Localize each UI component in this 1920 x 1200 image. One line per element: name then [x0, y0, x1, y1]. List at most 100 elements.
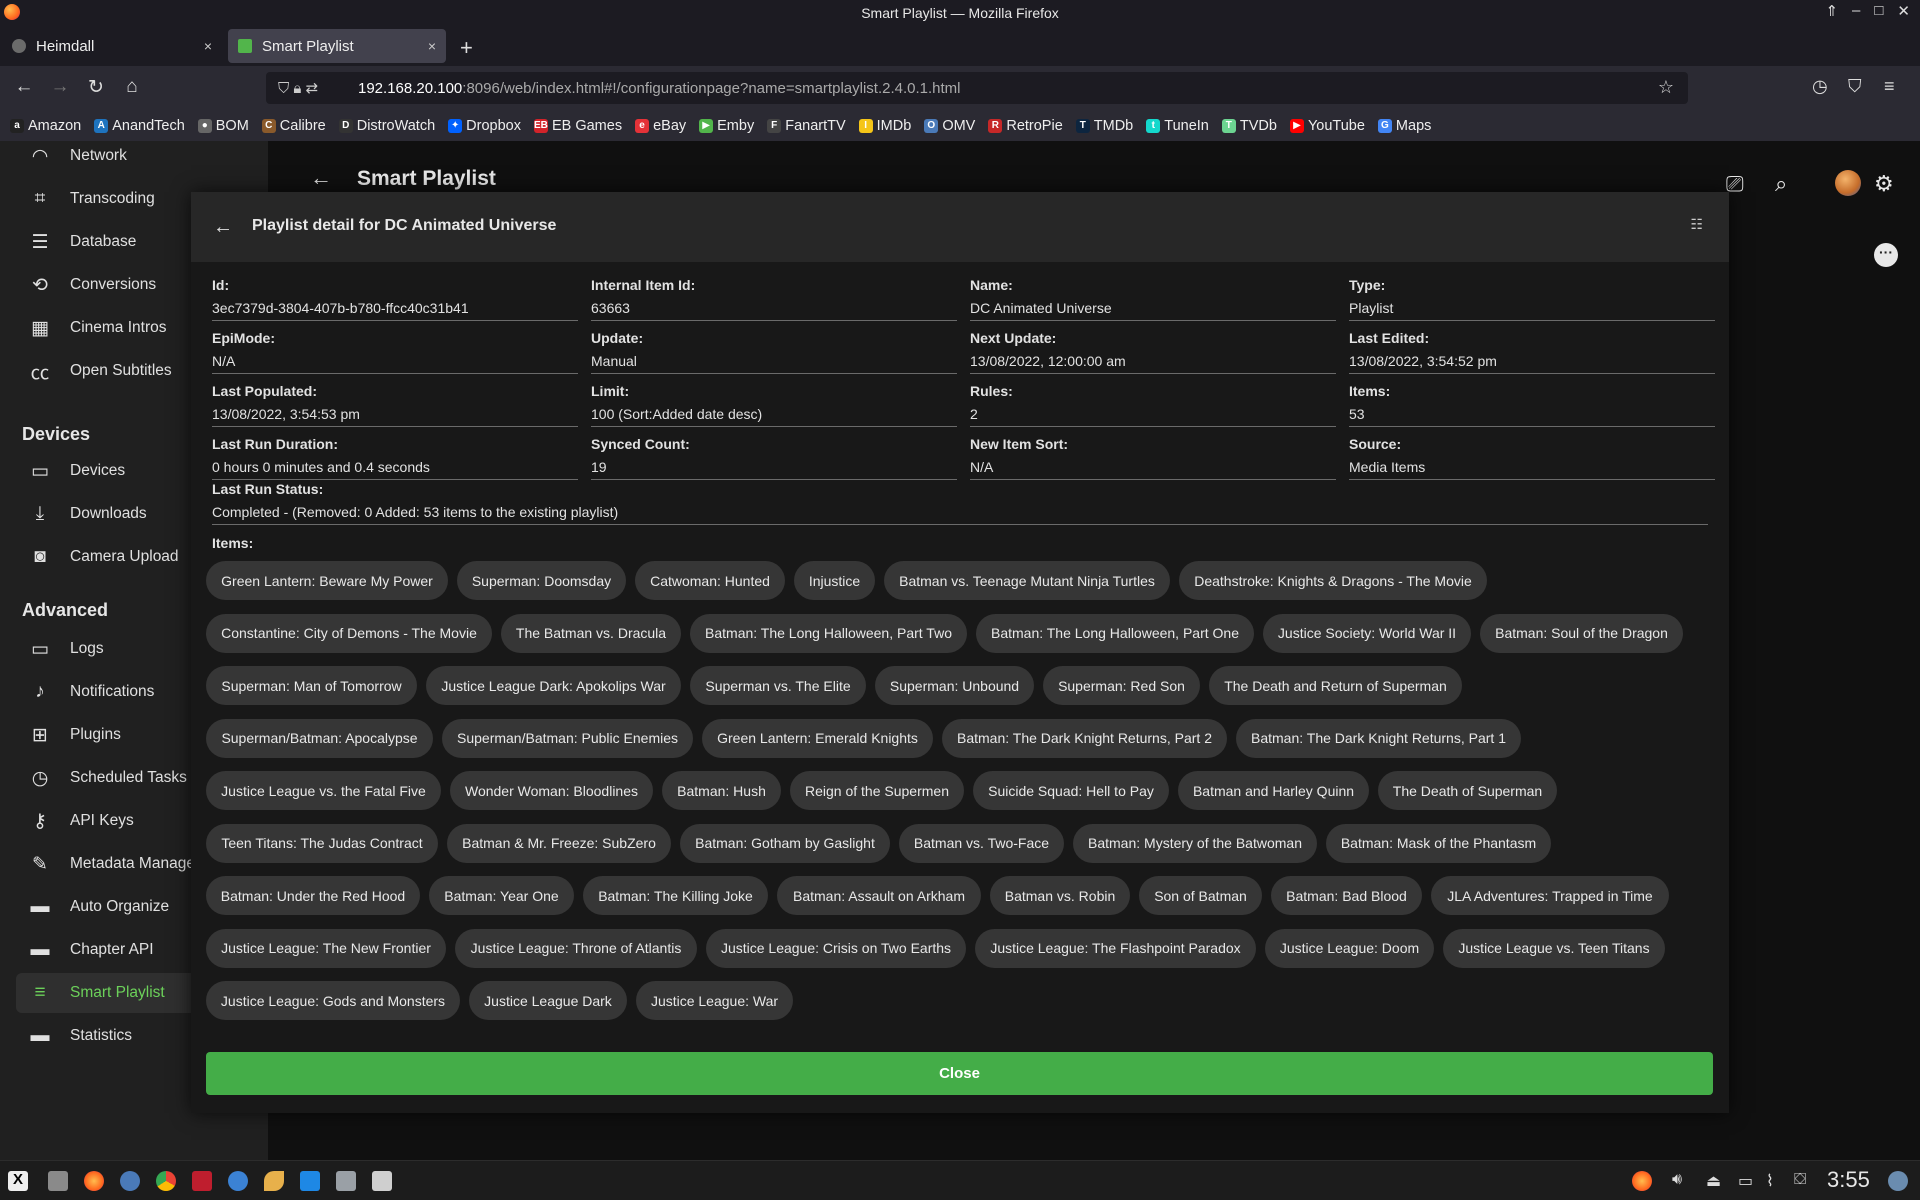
- network-icon[interactable]: ⛋: [1794, 1171, 1814, 1191]
- playlist-item-chip[interactable]: Batman: The Dark Knight Returns, Part 1: [1236, 718, 1521, 758]
- playlist-item-chip[interactable]: Batman & Mr. Freeze: SubZero: [447, 823, 671, 863]
- bookmark-retropie[interactable]: R RetroPie: [988, 118, 1063, 134]
- back-arrow-icon[interactable]: ←: [310, 165, 332, 191]
- bookmark-youtube[interactable]: ▶ YouTube: [1289, 118, 1365, 134]
- playlist-item-chip[interactable]: Superman vs. The Elite: [690, 666, 866, 705]
- avatar[interactable]: [1835, 170, 1861, 196]
- eject-icon[interactable]: ⏏: [1706, 1171, 1726, 1191]
- tab-heimdall[interactable]: Heimdall ×: [2, 29, 222, 63]
- playlist-item-chip[interactable]: Batman vs. Teenage Mutant Ninja Turtles: [884, 561, 1170, 600]
- calculator-icon[interactable]: [336, 1171, 356, 1191]
- bookmark-anandtech[interactable]: A AnandTech: [94, 118, 185, 134]
- playlist-item-chip[interactable]: Batman: Mask of the Phantasm: [1326, 823, 1551, 863]
- bookmark-fanarttv[interactable]: F FanartTV: [767, 118, 846, 134]
- start-menu-icon[interactable]: X: [8, 1171, 28, 1191]
- minimize-icon[interactable]: –: [1852, 2, 1860, 20]
- user-icon[interactable]: [1888, 1171, 1908, 1191]
- attachment-icon[interactable]: ⌇: [1766, 1171, 1786, 1191]
- playlist-item-chip[interactable]: Green Lantern: Beware My Power: [206, 561, 448, 600]
- bookmark-amazon[interactable]: a Amazon: [10, 118, 81, 134]
- bookmark-eb-games[interactable]: EB EB Games: [533, 118, 622, 134]
- bookmark-star-icon[interactable]: ☆: [1658, 77, 1674, 98]
- playlist-item-chip[interactable]: Justice League: Throne of Atlantis: [455, 928, 697, 968]
- playlist-item-chip[interactable]: Injustice: [794, 561, 875, 600]
- playlist-item-chip[interactable]: Justice League: The Flashpoint Paradox: [975, 928, 1256, 968]
- playlist-item-chip[interactable]: Justice League Dark: [469, 981, 627, 1020]
- url-bar[interactable]: ⛉ 🔒︎ ⇄ 192.168.20.100:8096/web/index.htm…: [266, 72, 1688, 104]
- home-icon[interactable]: ⌂: [120, 76, 144, 98]
- bookmark-distrowatch[interactable]: D DistroWatch: [338, 118, 435, 134]
- close-button[interactable]: Close: [206, 1052, 1713, 1095]
- notes-icon[interactable]: [372, 1171, 392, 1191]
- playlist-item-chip[interactable]: Batman: Gotham by Gaslight: [680, 823, 890, 863]
- gear-icon[interactable]: ⚙: [1874, 171, 1894, 197]
- playlist-item-chip[interactable]: Wonder Woman: Bloodlines: [450, 771, 653, 810]
- playlist-item-chip[interactable]: Superman: Red Son: [1043, 666, 1200, 705]
- playlist-item-chip[interactable]: Batman: Mystery of the Batwoman: [1073, 823, 1317, 863]
- playlist-item-chip[interactable]: Son of Batman: [1139, 876, 1262, 915]
- keep-above-icon[interactable]: ⇑: [1825, 2, 1838, 20]
- playlist-item-chip[interactable]: Green Lantern: Emerald Knights: [702, 718, 933, 758]
- bookmark-omv[interactable]: O OMV: [924, 118, 975, 134]
- playlist-item-chip[interactable]: Justice Society: World War II: [1263, 613, 1471, 653]
- options-icon[interactable]: ☷: [1690, 216, 1703, 233]
- playlist-item-chip[interactable]: Batman: The Long Halloween, Part Two: [690, 613, 967, 653]
- playlist-item-chip[interactable]: Batman and Harley Quinn: [1178, 771, 1369, 810]
- close-window-icon[interactable]: ✕: [1897, 2, 1910, 20]
- playlist-item-chip[interactable]: Suicide Squad: Hell to Pay: [973, 771, 1169, 810]
- playlist-item-chip[interactable]: Justice League Dark: Apokolips War: [426, 666, 681, 705]
- playlist-item-chip[interactable]: Justice League: Crisis on Two Earths: [706, 928, 966, 968]
- pocket-icon[interactable]: ⛉: [1848, 76, 1862, 97]
- bookmark-calibre[interactable]: C Calibre: [261, 118, 326, 134]
- playlist-item-chip[interactable]: Batman: Bad Blood: [1271, 876, 1422, 915]
- bookmark-maps[interactable]: G Maps: [1377, 118, 1431, 134]
- playlist-item-chip[interactable]: Batman: The Long Halloween, Part One: [976, 613, 1254, 653]
- qbittorrent-icon[interactable]: [228, 1171, 248, 1191]
- playlist-item-chip[interactable]: The Death and Return of Superman: [1209, 666, 1462, 705]
- banana-icon[interactable]: [264, 1171, 284, 1191]
- playlist-item-chip[interactable]: Reign of the Supermen: [790, 771, 964, 810]
- playlist-item-chip[interactable]: Catwoman: Hunted: [635, 561, 785, 600]
- reload-icon[interactable]: ↻: [84, 76, 108, 99]
- playlist-item-chip[interactable]: Batman vs. Robin: [990, 876, 1130, 915]
- playlist-item-chip[interactable]: Batman: Year One: [429, 876, 574, 915]
- close-tab-icon[interactable]: ×: [428, 38, 436, 54]
- maximize-icon[interactable]: □: [1874, 2, 1883, 20]
- playlist-item-chip[interactable]: Superman/Batman: Apocalypse: [206, 718, 433, 758]
- bookmark-dropbox[interactable]: ✦ Dropbox: [448, 118, 521, 134]
- playlist-item-chip[interactable]: Batman: Soul of the Dragon: [1480, 613, 1683, 653]
- bookmark-tmdb[interactable]: T TMDb: [1075, 118, 1133, 134]
- playlist-item-chip[interactable]: Batman: Assault on Arkham: [777, 876, 981, 915]
- chrome-icon[interactable]: [156, 1171, 176, 1191]
- playlist-item-chip[interactable]: Justice League vs. Teen Titans: [1443, 928, 1665, 968]
- forward-icon[interactable]: →: [48, 76, 72, 98]
- back-icon[interactable]: ←: [12, 76, 36, 98]
- filezilla-icon[interactable]: [192, 1171, 212, 1191]
- playlist-item-chip[interactable]: Batman: The Killing Joke: [583, 876, 768, 915]
- playlist-item-chip[interactable]: Batman vs. Two-Face: [899, 823, 1064, 863]
- playlist-item-chip[interactable]: Justice League vs. the Fatal Five: [206, 771, 441, 810]
- firefox-icon[interactable]: [84, 1171, 104, 1191]
- volume-icon[interactable]: 🔊︎: [1672, 1171, 1692, 1191]
- playlist-item-chip[interactable]: Justice League: Gods and Monsters: [206, 981, 460, 1020]
- playlist-item-chip[interactable]: The Batman vs. Dracula: [501, 613, 681, 653]
- menu-icon[interactable]: ≡: [1884, 76, 1895, 97]
- playlist-item-chip[interactable]: Batman: The Dark Knight Returns, Part 2: [942, 718, 1227, 758]
- display-icon[interactable]: ▭: [1738, 1171, 1758, 1191]
- playlist-item-chip[interactable]: JLA Adventures: Trapped in Time: [1431, 876, 1669, 915]
- playlist-item-chip[interactable]: Justice League: War: [636, 981, 793, 1020]
- bookmark-tunein[interactable]: t TuneIn: [1146, 118, 1209, 134]
- playlist-item-chip[interactable]: Deathstroke: Knights & Dragons - The Mov…: [1179, 561, 1487, 600]
- playlist-item-chip[interactable]: Superman/Batman: Public Enemies: [442, 718, 693, 758]
- tab-smart-playlist[interactable]: Smart Playlist ×: [228, 29, 446, 63]
- more-options-icon[interactable]: ···: [1874, 243, 1898, 267]
- firefox-tray-icon[interactable]: [1632, 1171, 1652, 1191]
- playlist-item-chip[interactable]: Superman: Doomsday: [457, 561, 626, 600]
- sidebar-item-network[interactable]: ◠ Network: [16, 136, 256, 176]
- close-tab-icon[interactable]: ×: [204, 38, 212, 54]
- bookmark-imdb[interactable]: I IMDb: [858, 118, 911, 134]
- playlist-item-chip[interactable]: Superman: Unbound: [875, 666, 1034, 705]
- playlist-item-chip[interactable]: Batman: Under the Red Hood: [206, 876, 420, 915]
- bookmark-tvdb[interactable]: T TVDb: [1221, 118, 1277, 134]
- bookmark-ebay[interactable]: e eBay: [635, 118, 686, 134]
